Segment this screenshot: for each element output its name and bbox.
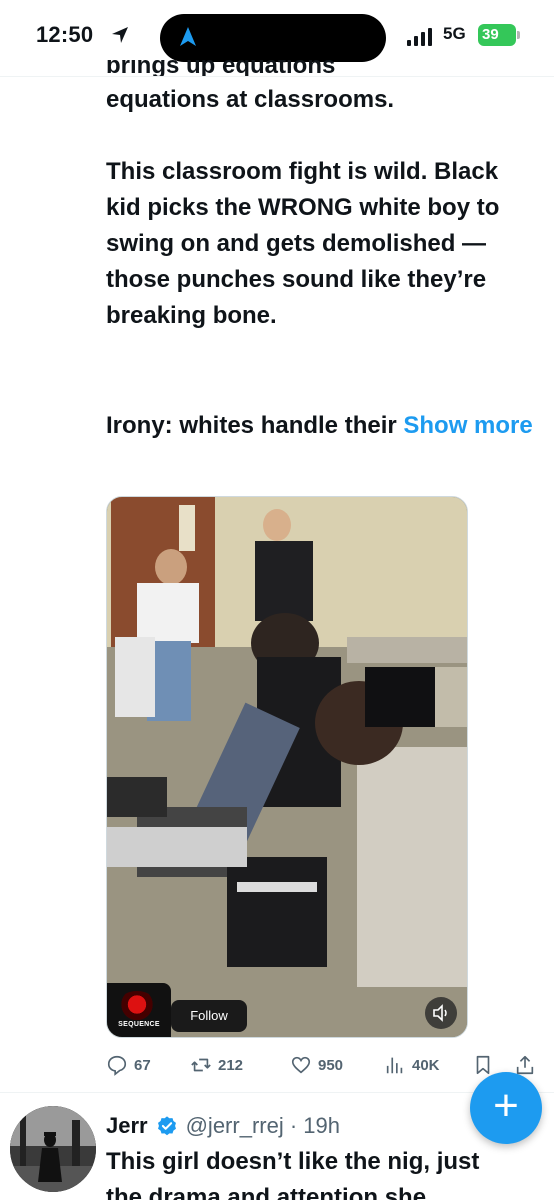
next-tweet-text-line-2: the drama and attention she: [106, 1184, 427, 1200]
reply-count: 67: [134, 1056, 151, 1074]
like-count: 950: [318, 1056, 344, 1074]
share-icon: [516, 1055, 534, 1075]
compose-button[interactable]: +: [470, 1072, 542, 1144]
verified-badge-icon: [157, 1116, 176, 1136]
repost-icon: [191, 1058, 211, 1072]
battery-icon: 39: [478, 24, 516, 46]
battery-level: 39: [482, 26, 499, 43]
navigation-icon: [180, 27, 196, 46]
repost-count: 212: [218, 1056, 244, 1074]
author-handle-time[interactable]: @jerr_rrej · 19h: [186, 1113, 340, 1139]
follow-button[interactable]: Follow: [171, 1000, 247, 1032]
channel-name: SEQUENCE: [118, 1021, 160, 1028]
divider: [0, 1092, 554, 1093]
tweet-text-paragraph-3: Irony: whites handle their Show more: [106, 408, 536, 444]
dynamic-island: [160, 14, 386, 62]
network-type: 5G: [443, 24, 466, 43]
tweet-text-paragraph-1: equations at classrooms.: [106, 86, 395, 113]
like-button[interactable]: 950: [290, 1050, 343, 1080]
channel-logo: [117, 991, 157, 1021]
reply-icon: [107, 1055, 127, 1076]
tweet-video[interactable]: SEQUENCE Follow: [106, 496, 468, 1038]
mute-button[interactable]: [425, 997, 457, 1029]
tweet-actions: 67 212 950 40K: [106, 1050, 546, 1080]
heart-icon: [291, 1056, 311, 1074]
views-chart-icon: [386, 1057, 403, 1074]
avatar[interactable]: [10, 1106, 96, 1192]
status-time: 12:50: [36, 22, 94, 47]
tweet-text-paragraph-2: This classroom fight is wild. Black kid …: [106, 158, 500, 329]
location-arrow-icon: [112, 27, 128, 43]
show-more-link[interactable]: Show more: [403, 412, 532, 439]
repost-button[interactable]: 212: [190, 1050, 243, 1080]
next-tweet-text: This girl doesn’t like the nig, just: [106, 1148, 480, 1175]
divider: [0, 76, 554, 77]
bookmark-icon: [476, 1055, 490, 1075]
battery-cap: [517, 31, 520, 39]
signal-strength-icon: [407, 28, 435, 46]
avatar-image: [10, 1106, 96, 1192]
views-button[interactable]: 40K: [384, 1050, 440, 1080]
speaker-icon: [433, 1004, 447, 1022]
tweet-text-irony: Irony: whites handle their: [106, 412, 404, 439]
views-count: 40K: [412, 1056, 440, 1074]
reply-button[interactable]: 67: [106, 1050, 151, 1080]
video-frame: [107, 497, 467, 1037]
author-name[interactable]: Jerr: [106, 1113, 148, 1139]
next-tweet-header: Jerr @jerr_rrej · 19h: [106, 1108, 340, 1144]
channel-badge[interactable]: SEQUENCE: [107, 983, 171, 1037]
